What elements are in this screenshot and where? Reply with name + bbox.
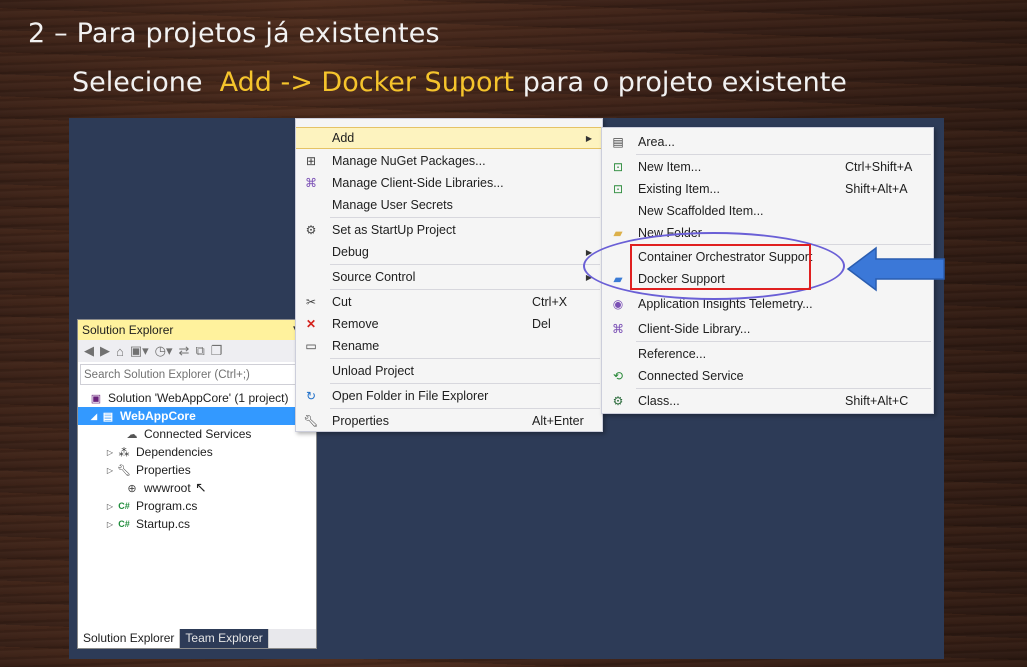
menu-separator [330,383,600,384]
csharp-file-icon: C# [118,519,130,529]
folder-icon: ▰ [613,226,623,240]
menu-separator [330,289,600,290]
project-icon: ▤ [102,410,114,423]
subtitle-highlight: Add -> Docker Suport [219,67,515,98]
submenu-item-class[interactable]: ⚙ Class... Shift+Alt+C [602,390,933,412]
refresh-arrow-icon: ↻ [305,389,317,403]
submenu-item-connected-service[interactable]: ⟲ Connected Service [602,365,933,387]
collapsed-arrow-icon[interactable]: ▷ [104,448,116,457]
tab-solution-explorer[interactable]: Solution Explorer [78,629,181,648]
collapsed-arrow-icon[interactable]: ▷ [104,520,116,529]
menu-item-open-folder[interactable]: ↻ Open Folder in File Explorer [296,385,602,407]
rename-icon: ▭ [305,339,317,353]
solution-explorer-titlebar: Solution Explorer ▾ ▭ [78,320,316,340]
tree-item-dependencies[interactable]: ▷ ⁂ Dependencies [78,443,316,461]
dependencies-icon: ⁂ [118,446,130,459]
tree-item-properties[interactable]: ▷ 🔧︎ Properties [78,461,316,479]
menu-item-unload-project[interactable]: Unload Project [296,360,602,382]
menu-item-rename[interactable]: ▭ Rename [296,335,602,357]
tree-item-program-cs[interactable]: ▷ C# Program.cs [78,497,316,515]
menu-separator [330,358,600,359]
menu-item-manage-client-libs[interactable]: ⌘ Manage Client-Side Libraries... [296,172,602,194]
menu-item-set-startup[interactable]: ⚙ Set as StartUp Project [296,219,602,241]
app-insights-icon: ◉ [612,297,624,311]
menu-item-add[interactable]: Add ▶ [296,127,602,149]
menu-item-remove[interactable]: ✕ Remove Del [296,313,602,335]
solution-explorer-search[interactable]: Search Solution Explorer (Ctrl+;) ⚲ [80,364,314,385]
remove-icon: ✕ [305,317,317,331]
area-icon: ▤ [612,135,624,149]
menu-separator [330,408,600,409]
scissors-icon: ✂ [305,295,317,309]
tab-team-explorer[interactable]: Team Explorer [180,629,269,648]
wrench-icon: 🔧︎ [303,414,319,428]
explorer-tabs: Solution Explorer Team Explorer [78,629,316,648]
slide-title: 2 – Para projetos já existentes [28,18,440,49]
collapsed-arrow-icon[interactable]: ▷ [104,502,116,511]
csharp-file-icon: C# [118,501,130,511]
collapsed-arrow-icon[interactable]: ▷ [104,466,116,475]
menu-separator [330,264,600,265]
menu-separator [636,341,931,342]
menu-item-manage-nuget[interactable]: ⊞ Manage NuGet Packages... [296,150,602,172]
menu-item-debug[interactable]: Debug ▶ [296,241,602,263]
new-item-icon: ⊡ [612,160,624,174]
submenu-item-client-side-library[interactable]: ⌘ Client-Side Library... [602,318,933,340]
client-library-icon: ⌘ [305,176,317,190]
menu-item-cut[interactable]: ✂ Cut Ctrl+X [296,291,602,313]
submenu-item-new-scaffolded[interactable]: New Scaffolded Item... [602,200,933,222]
nuget-icon: ⊞ [305,154,317,168]
connected-service-icon: ⟲ [612,369,624,383]
expanded-arrow-icon[interactable]: ◢ [88,412,100,421]
show-all-files-icon[interactable]: ❐ [211,343,223,359]
class-icon: ⚙ [612,394,624,408]
submenu-item-new-item[interactable]: ⊡ New Item... Ctrl+Shift+A [602,156,933,178]
gear-icon: ⚙ [305,223,317,237]
menu-item-properties[interactable]: 🔧︎ Properties Alt+Enter [296,410,602,432]
menu-separator [330,217,600,218]
submenu-item-reference[interactable]: Reference... [602,343,933,365]
pointer-arrow-icon [846,246,945,292]
home-icon[interactable]: ⌂ [116,344,124,359]
tree-item-startup-cs[interactable]: ▷ C# Startup.cs [78,515,316,533]
pending-changes-icon[interactable]: ◷▾ [155,343,173,359]
solution-icon: ▣ [90,392,102,405]
project-context-menu: Add ▶ ⊞ Manage NuGet Packages... ⌘ Manag… [295,118,603,432]
solution-tree: ▣ Solution 'WebAppCore' (1 project) ◢ ▤ … [78,389,316,533]
sync-icon[interactable]: ⇄ [179,343,190,359]
tree-item-connected-services[interactable]: ☁ Connected Services [78,425,316,443]
back-icon[interactable]: ◀ [84,343,94,359]
globe-icon: ⊕ [127,482,137,495]
solution-explorer-toolbar: ◀ ▶ ⌂ ▣▾ ◷▾ ⇄ ⧉ ❐ [78,340,316,362]
existing-item-icon: ⊡ [612,182,624,196]
mouse-cursor-icon: ↖ [195,480,207,496]
submenu-arrow-icon: ▶ [585,133,592,143]
solution-explorer-title: Solution Explorer [82,323,174,337]
subtitle-suffix: para o projeto existente [514,67,847,98]
submenu-item-existing-item[interactable]: ⊡ Existing Item... Shift+Alt+A [602,178,933,200]
highlight-box [630,244,811,290]
menu-item-source-control[interactable]: Source Control ▶ [296,266,602,288]
switch-views-icon[interactable]: ▣▾ [130,343,149,359]
tree-item-solution[interactable]: ▣ Solution 'WebAppCore' (1 project) [78,389,316,407]
collapse-all-icon[interactable]: ⧉ [195,343,204,359]
forward-icon[interactable]: ▶ [100,343,110,359]
tree-item-project[interactable]: ◢ ▤ WebAppCore [78,407,316,425]
client-library-icon: ⌘ [612,322,624,336]
search-input[interactable]: Search Solution Explorer (Ctrl+;) [84,369,250,381]
menu-separator [636,154,931,155]
menu-separator [636,388,931,389]
slide-subtitle: Selecione Add -> Docker Suport para o pr… [72,67,847,98]
wrench-icon: 🔧︎ [117,464,131,477]
connected-services-icon: ☁ [126,428,138,441]
menu-item-manage-user-secrets[interactable]: Manage User Secrets [296,194,602,216]
subtitle-prefix: Selecione [72,67,203,98]
submenu-item-area[interactable]: ▤ Area... [602,131,933,153]
